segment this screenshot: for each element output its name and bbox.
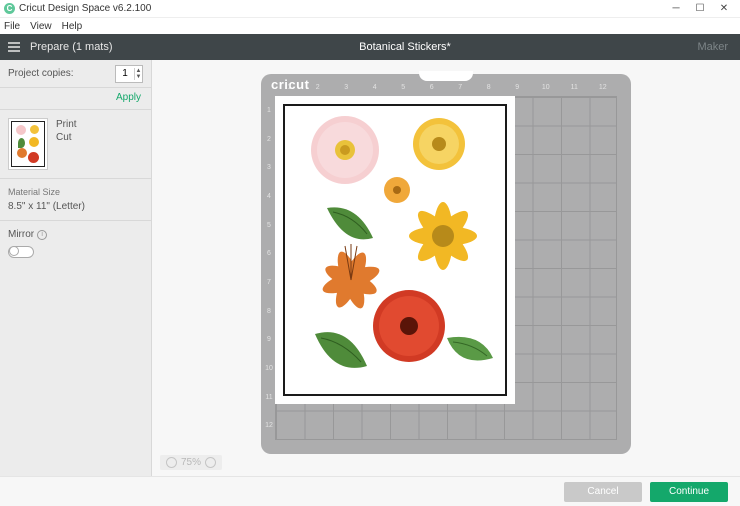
cancel-button[interactable]: Cancel	[564, 482, 642, 502]
continue-button[interactable]: Continue	[650, 482, 728, 502]
project-copies-input[interactable]	[116, 68, 134, 79]
ruler-tick: 5	[263, 211, 275, 240]
ruler-tick: 11	[560, 84, 589, 96]
ruler-tick: 11	[263, 383, 275, 412]
ruler-tick: 6	[263, 239, 275, 268]
material-sheet[interactable]	[275, 96, 515, 404]
ruler-tick: 8	[263, 297, 275, 326]
material-size-value[interactable]: 8.5" x 11" (Letter)	[8, 201, 143, 212]
ruler-tick: 2	[263, 125, 275, 154]
ruler-tick: 3	[263, 153, 275, 182]
menu-view[interactable]: View	[30, 21, 52, 32]
ruler-tick: 1	[263, 96, 275, 125]
left-sidebar: Project copies: ▲▼ Apply Print Cut	[0, 60, 152, 476]
menu-help[interactable]: Help	[62, 21, 83, 32]
project-copies-stepper[interactable]: ▲▼	[115, 65, 143, 83]
menu-bar: File View Help	[0, 18, 740, 34]
app-logo-icon: C	[4, 3, 15, 14]
document-title: Botanical Stickers*	[113, 41, 698, 53]
ruler-tick: 4	[263, 182, 275, 211]
mat-hanger	[419, 71, 473, 81]
ruler-tick: 8	[475, 84, 504, 96]
ruler-tick: 4	[361, 84, 390, 96]
ruler-tick: 2	[304, 84, 333, 96]
ruler-vertical: 123456789101112	[263, 96, 275, 440]
ruler-tick: 5	[389, 84, 418, 96]
zoom-value: 75%	[181, 457, 201, 468]
ruler-tick: 9	[503, 84, 532, 96]
ruler-tick: 10	[263, 354, 275, 383]
minimize-button[interactable]: ─	[664, 1, 688, 17]
zoom-out-icon[interactable]	[166, 457, 177, 468]
prepare-label: Prepare (1 mats)	[28, 41, 113, 53]
menu-file[interactable]: File	[4, 21, 20, 32]
project-copies-label: Project copies:	[8, 68, 115, 79]
zoom-control[interactable]: 75%	[160, 455, 222, 470]
mat-thumbnail[interactable]	[8, 118, 48, 170]
canvas-area: 75% cricut 123456789101112 1234567891011…	[152, 60, 740, 476]
stepper-down-icon[interactable]: ▼	[135, 74, 142, 80]
maximize-button[interactable]: ☐	[688, 1, 712, 17]
artwork	[287, 108, 503, 392]
ruler-tick: 1	[275, 84, 304, 96]
material-size-label: Material Size	[8, 187, 143, 197]
ruler-tick: 6	[418, 84, 447, 96]
close-button[interactable]: ✕	[712, 1, 736, 17]
cutting-mat: cricut 123456789101112 123456789101112	[261, 74, 631, 454]
ruler-tick: 7	[446, 84, 475, 96]
mirror-toggle[interactable]	[8, 246, 34, 258]
apply-button[interactable]: Apply	[0, 88, 151, 110]
ruler-horizontal: 123456789101112	[275, 84, 617, 96]
hamburger-menu-icon[interactable]	[0, 40, 28, 54]
ruler-tick: 3	[332, 84, 361, 96]
mirror-label: Mirror	[8, 229, 34, 240]
ruler-tick: 10	[532, 84, 561, 96]
thumb-label-cut: Cut	[56, 131, 77, 144]
zoom-in-icon[interactable]	[205, 457, 216, 468]
ruler-tick: 12	[589, 84, 618, 96]
ruler-tick: 7	[263, 268, 275, 297]
ruler-tick: 9	[263, 325, 275, 354]
thumb-label-print: Print	[56, 118, 77, 131]
window-title: Cricut Design Space v6.2.100	[19, 3, 664, 14]
ruler-tick: 12	[263, 411, 275, 440]
info-icon[interactable]: i	[37, 230, 47, 240]
device-label[interactable]: Maker	[697, 41, 740, 53]
